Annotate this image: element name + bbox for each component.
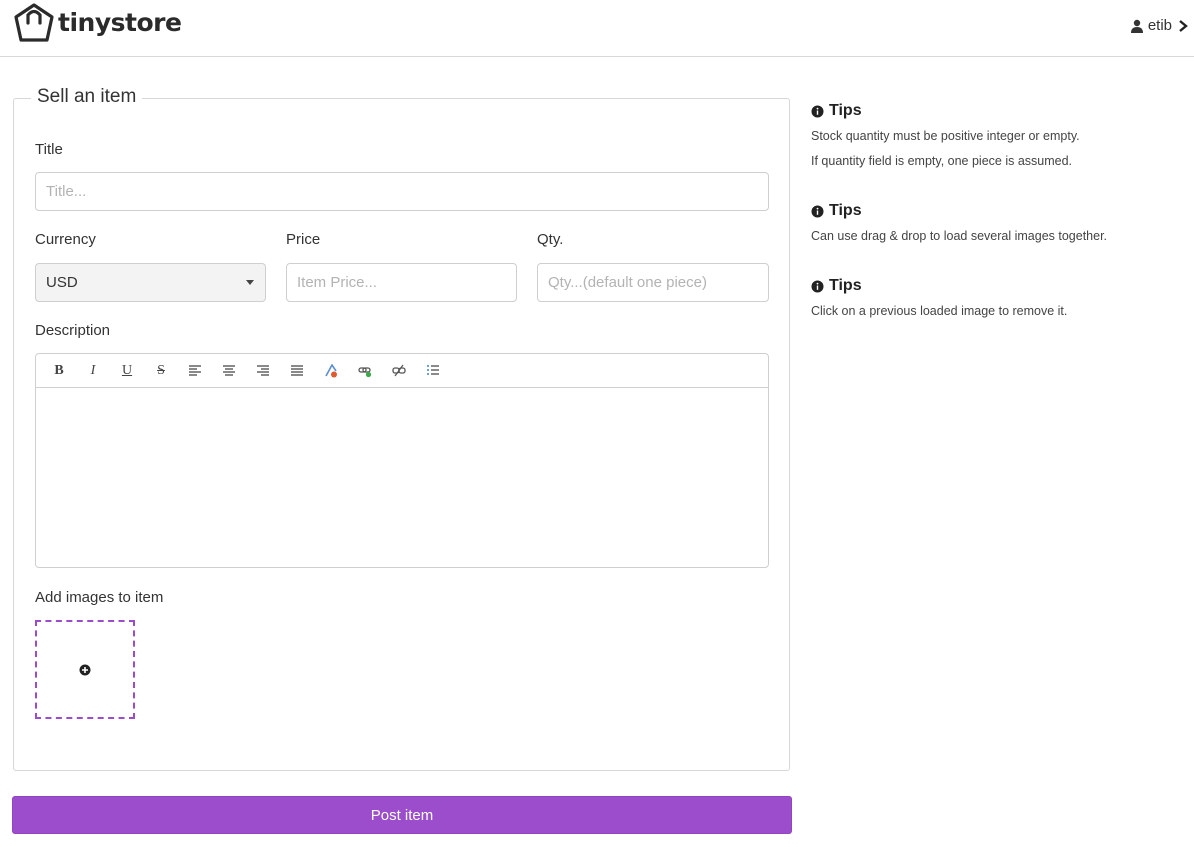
insert-link-button[interactable] <box>348 357 382 385</box>
justify-button[interactable] <box>280 357 314 385</box>
info-icon <box>811 280 824 292</box>
description-label: Description <box>35 322 111 339</box>
info-icon <box>811 205 824 217</box>
currency-label: Currency <box>35 231 96 248</box>
editor-toolbar: B I U S <box>36 354 768 388</box>
description-editor: B I U S <box>35 353 769 568</box>
tip-text: Can use drag & drop to load several imag… <box>811 229 1108 243</box>
align-left-icon <box>189 364 201 376</box>
tip-title: Tips <box>811 201 1181 221</box>
shopping-bag-icon <box>14 3 54 42</box>
currency-value: USD <box>46 274 78 291</box>
justify-icon <box>291 364 303 376</box>
chevron-right-icon <box>1179 19 1188 32</box>
tip-title-text: Tips <box>829 202 862 219</box>
list-icon <box>427 364 439 375</box>
bold-button[interactable]: B <box>42 357 76 385</box>
user-name: etib <box>1147 17 1172 34</box>
plus-circle-icon <box>79 664 91 675</box>
sell-item-fieldset: Sell an item Title Currency USD Price Qt… <box>13 85 790 771</box>
price-input[interactable] <box>286 263 517 302</box>
tip-title-text: Tips <box>829 102 862 119</box>
form-legend: Sell an item <box>31 85 143 109</box>
tip-text: If quantity field is empty, one piece is… <box>811 154 1073 168</box>
italic-button[interactable]: I <box>76 357 110 385</box>
description-text-area[interactable] <box>36 388 768 567</box>
underline-button[interactable]: U <box>110 357 144 385</box>
user-icon <box>1130 19 1143 33</box>
remove-link-button[interactable] <box>382 357 416 385</box>
tip-title: Tips <box>811 101 1181 121</box>
tip-text: Click on a previous loaded image to remo… <box>811 304 1068 318</box>
tip-text: Stock quantity must be positive integer … <box>811 129 1080 143</box>
price-label: Price <box>286 231 321 248</box>
align-center-icon <box>223 364 235 376</box>
unlink-icon <box>392 364 406 376</box>
align-left-button[interactable] <box>178 357 212 385</box>
tip-block-3: Tips Click on a previous loaded image to… <box>811 276 1181 321</box>
align-right-button[interactable] <box>246 357 280 385</box>
insert-image-button[interactable] <box>314 357 348 385</box>
tip-title: Tips <box>811 276 1181 296</box>
user-menu[interactable]: etib <box>1130 17 1188 34</box>
info-icon <box>811 105 824 117</box>
title-label: Title <box>35 141 63 158</box>
link-icon <box>358 366 372 377</box>
tip-title-text: Tips <box>829 277 862 294</box>
title-input[interactable] <box>35 172 769 211</box>
image-icon <box>325 363 337 377</box>
bullet-list-button[interactable] <box>416 357 450 385</box>
image-dropzone[interactable] <box>35 620 135 719</box>
top-header: tinystore etib <box>0 0 1194 57</box>
logo-text: tinystore <box>58 8 182 37</box>
caret-down-icon <box>246 280 254 285</box>
tip-block-1: Tips Stock quantity must be positive int… <box>811 101 1181 171</box>
align-center-button[interactable] <box>212 357 246 385</box>
logo[interactable]: tinystore <box>13 3 182 43</box>
qty-label: Qty. <box>537 231 564 248</box>
tip-block-2: Tips Can use drag & drop to load several… <box>811 201 1181 246</box>
post-item-button[interactable]: Post item <box>12 796 792 834</box>
qty-input[interactable] <box>537 263 769 302</box>
currency-select[interactable]: USD <box>35 263 266 302</box>
images-label: Add images to item <box>35 589 164 606</box>
strikethrough-button[interactable]: S <box>144 357 178 385</box>
align-right-icon <box>257 364 269 376</box>
